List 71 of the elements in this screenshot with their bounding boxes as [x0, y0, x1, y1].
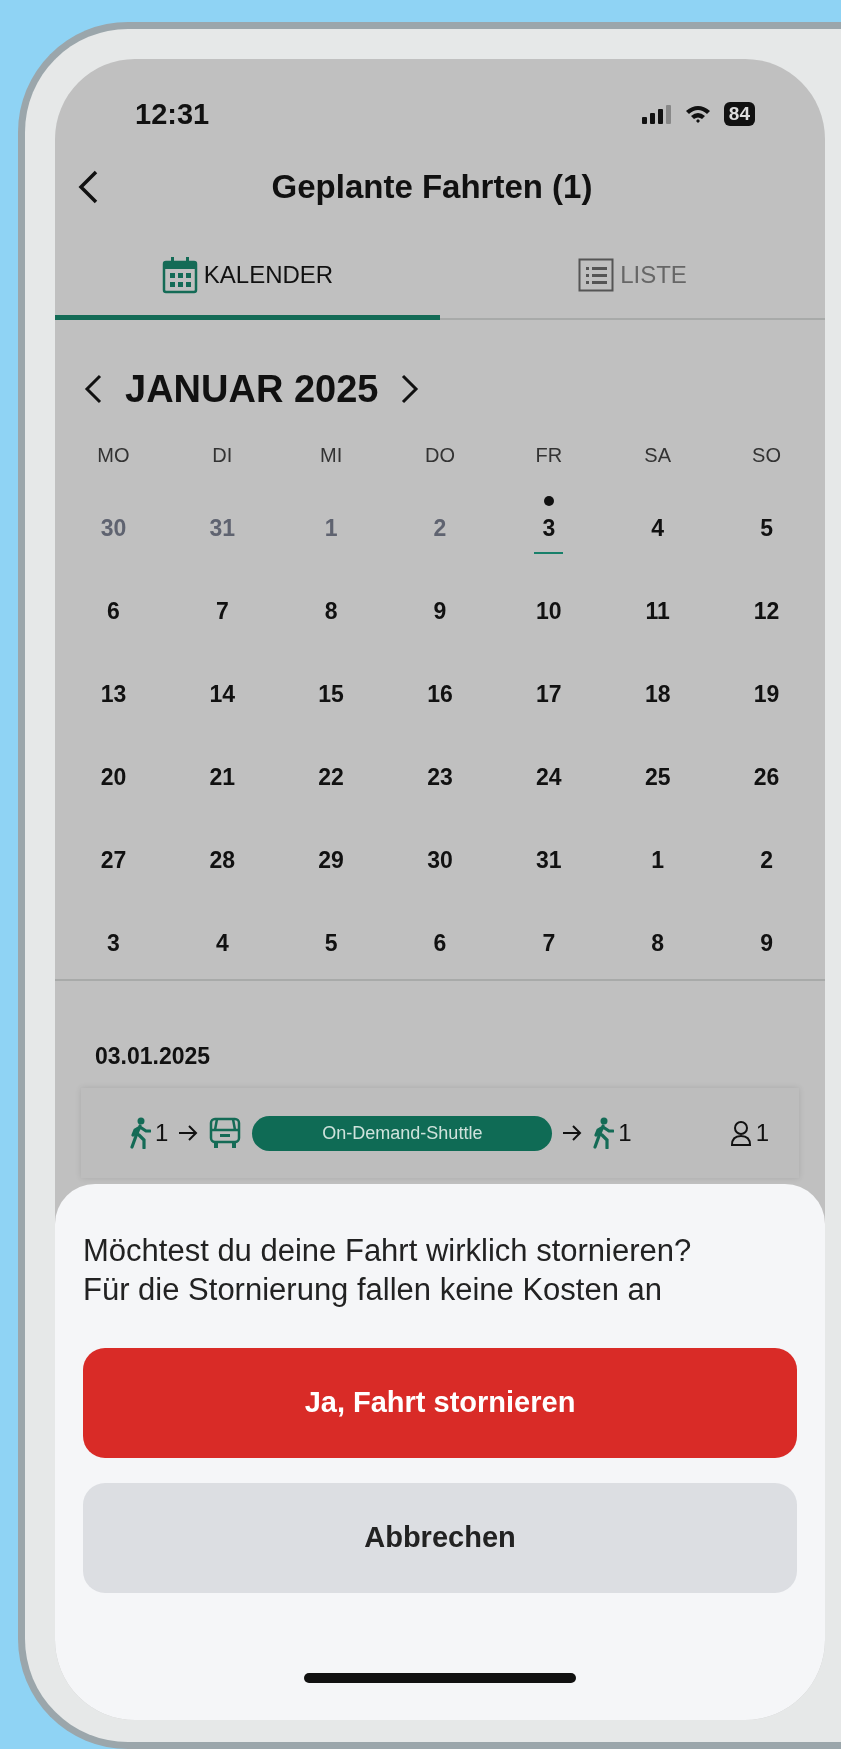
abort-button[interactable]: Abbrechen: [83, 1482, 797, 1593]
back-icon[interactable]: [77, 168, 99, 205]
calendar-day[interactable]: 4: [207, 922, 237, 969]
calendar-day[interactable]: 19: [745, 673, 788, 720]
calendar-day[interactable]: 9: [425, 590, 455, 637]
status-time: 12:31: [135, 97, 210, 131]
next-month-icon[interactable]: [400, 373, 421, 405]
list-icon: [578, 257, 615, 292]
calendar-day[interactable]: 12: [745, 590, 788, 637]
dialog-message: Möchtest du deine Fahrt wirklich stornieren? Für die Stornierung fallen keine Kosten an: [83, 1232, 693, 1309]
calendar-day[interactable]: 6: [99, 590, 128, 637]
calendar-day[interactable]: 4: [643, 507, 673, 554]
weekday-label: FR: [534, 443, 564, 468]
calendar-day[interactable]: 16: [419, 673, 461, 720]
calendar-day[interactable]: 1: [643, 839, 673, 886]
calendar-day[interactable]: 5: [752, 507, 781, 554]
calendar-day[interactable]: 11: [637, 590, 678, 637]
calendar-day[interactable]: 31: [528, 839, 570, 886]
calendar-day[interactable]: 10: [528, 590, 570, 637]
calendar-day[interactable]: 3: [99, 922, 128, 969]
weekday-label: SO: [751, 443, 782, 468]
calendar-day[interactable]: 2: [752, 839, 781, 886]
shuttle-badge: On-Demand-Shuttle: [252, 1115, 553, 1151]
van-icon: [208, 1116, 243, 1150]
person-icon: [729, 1120, 752, 1146]
calendar-day[interactable]: 3: [534, 507, 564, 554]
calendar-day[interactable]: 27: [92, 839, 135, 886]
weekday-label: MI: [319, 443, 344, 468]
calendar-day[interactable]: 8: [643, 922, 673, 969]
weekday-label: DI: [211, 443, 234, 468]
calendar-day[interactable]: 5: [316, 922, 346, 969]
calendar-day[interactable]: 22: [310, 756, 352, 803]
calendar-day[interactable]: 23: [419, 756, 461, 803]
calendar-day[interactable]: 28: [201, 839, 244, 886]
calendar-day[interactable]: 15: [310, 673, 352, 720]
calendar-day[interactable]: 13: [92, 673, 135, 720]
weekday-label: SA: [643, 443, 673, 468]
weekday-label: DO: [424, 443, 456, 468]
calendar-day[interactable]: 24: [528, 756, 570, 803]
calendar-day[interactable]: 26: [745, 756, 788, 803]
calendar-day[interactable]: 25: [636, 756, 679, 803]
calendar-day[interactable]: 7: [534, 922, 564, 969]
arrow-icon: [178, 1124, 199, 1142]
trip-date: 03.01.2025: [94, 1042, 212, 1070]
calendar-day[interactable]: 30: [419, 839, 461, 886]
calendar-day[interactable]: 6: [425, 922, 455, 969]
calendar-day[interactable]: 9: [752, 922, 781, 969]
passenger-count: 1: [755, 1119, 769, 1147]
cancel-trip-button[interactable]: Ja, Fahrt stornieren: [83, 1347, 797, 1458]
signal-icon: [641, 104, 672, 124]
calendar-day[interactable]: 29: [310, 839, 352, 886]
walking-person-icon: [592, 1117, 615, 1149]
calendar-day[interactable]: 7: [207, 590, 237, 637]
screen-title: Geplante Fahrten (1): [270, 167, 594, 206]
battery-icon: 84: [723, 102, 755, 126]
walking-person-icon: [129, 1117, 151, 1149]
calendar-day[interactable]: 20: [92, 756, 135, 803]
previous-month-icon[interactable]: [83, 373, 103, 405]
calendar-day[interactable]: 17: [528, 673, 570, 720]
walk-count: 1: [618, 1119, 632, 1147]
month-title: JANUAR 2025: [125, 367, 379, 411]
calendar-day[interactable]: 8: [316, 590, 346, 637]
calendar-day[interactable]: 18: [636, 673, 679, 720]
weekday-label: MO: [96, 443, 131, 468]
calendar-day[interactable]: 14: [201, 673, 244, 720]
calendar-icon: [161, 255, 198, 294]
calendar-day[interactable]: 21: [201, 756, 244, 803]
tab[interactable]: KALENDER: [55, 234, 440, 320]
walk-count: 1: [155, 1119, 169, 1147]
arrow-icon: [562, 1124, 583, 1142]
trip-card[interactable]: 1 On-Demand-Shuttle 1 1: [81, 1088, 799, 1178]
